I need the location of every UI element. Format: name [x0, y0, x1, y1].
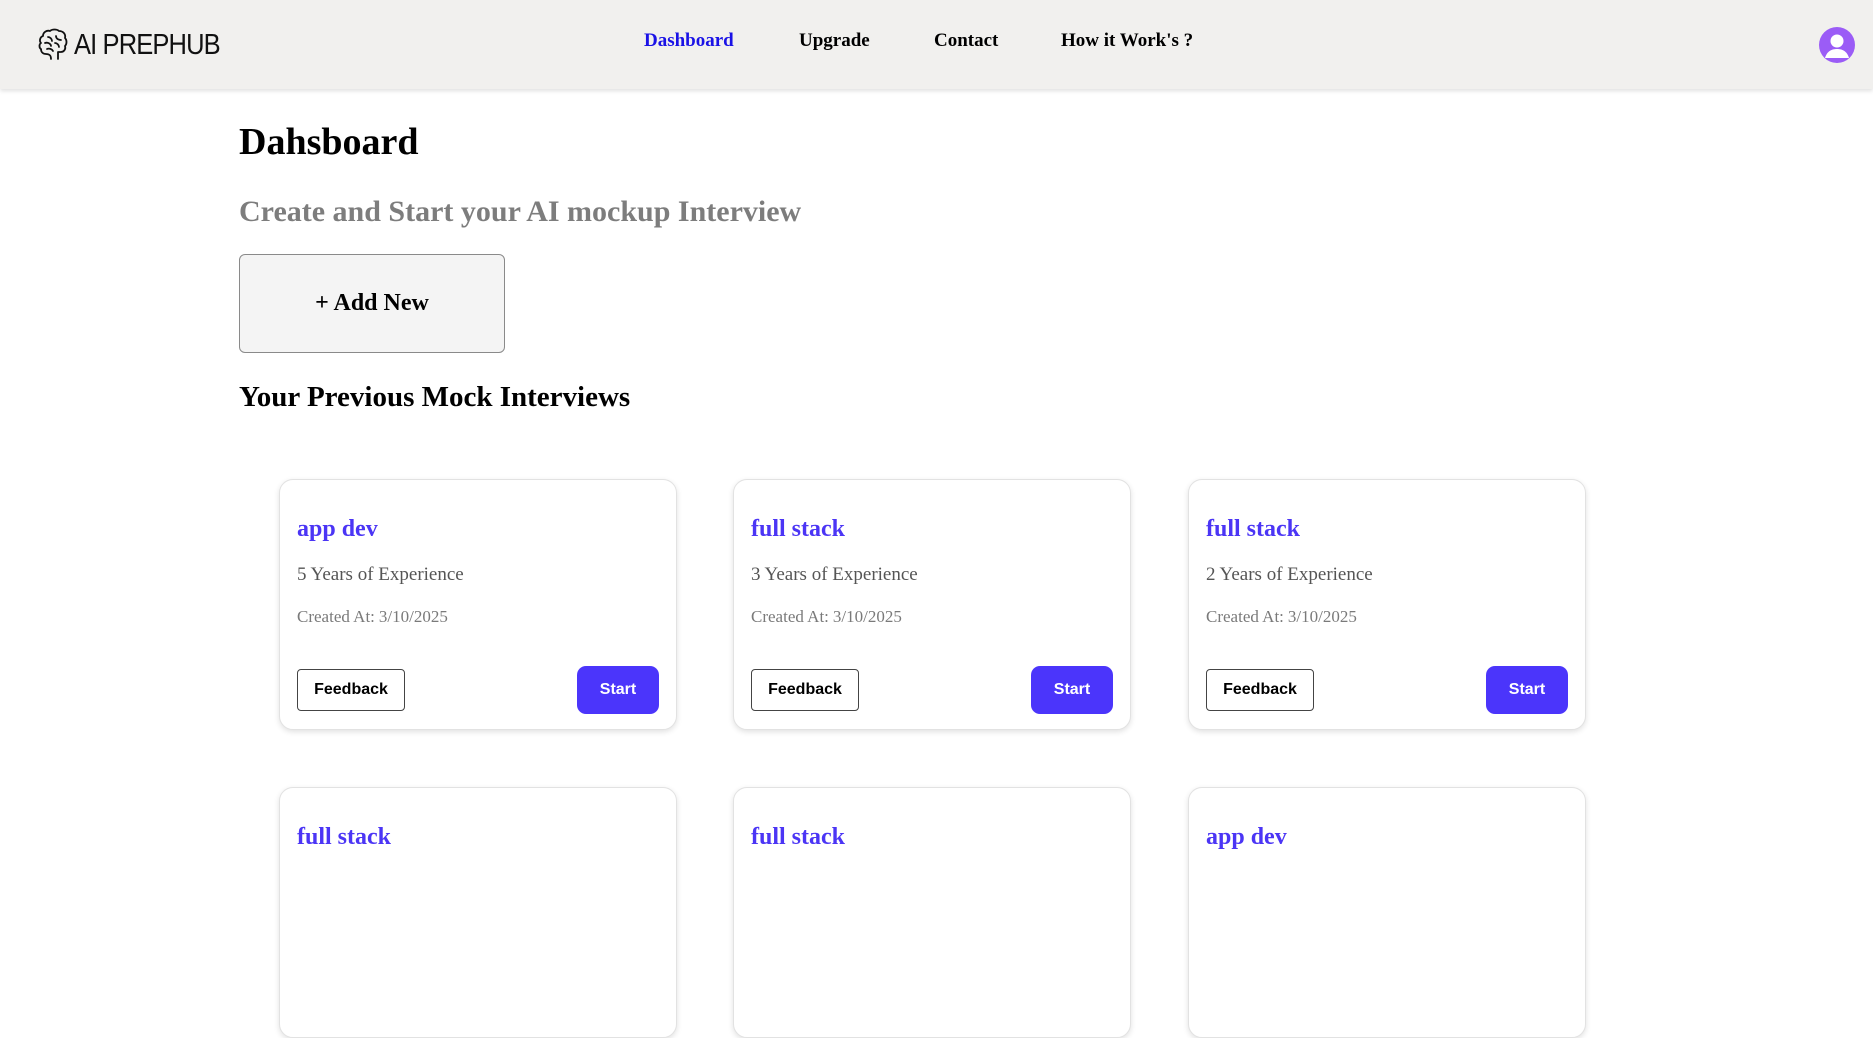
user-avatar-icon[interactable]: [1819, 27, 1855, 63]
nav-contact[interactable]: Contact: [934, 30, 998, 52]
top-navbar: AI PREPHUB Dashboard Upgrade Contact How…: [0, 0, 1873, 89]
interview-role: app dev: [297, 516, 378, 542]
page-title: Dahsboard: [239, 121, 419, 163]
add-new-label: + Add New: [315, 290, 429, 316]
interview-created-at: Created At: 3/10/2025: [297, 607, 448, 626]
start-button[interactable]: Start: [1031, 666, 1113, 714]
interview-role: full stack: [1206, 516, 1301, 542]
main-nav: Dashboard Upgrade Contact How it Work's …: [0, 30, 1873, 54]
interview-card: app dev 5 Years of Experience Created At…: [279, 479, 677, 730]
interview-card: full stack: [733, 787, 1131, 1038]
interview-role: full stack: [297, 824, 392, 850]
interview-card: full stack: [279, 787, 677, 1038]
interview-card: app dev: [1188, 787, 1586, 1038]
nav-upgrade[interactable]: Upgrade: [799, 30, 870, 52]
nav-dashboard[interactable]: Dashboard: [644, 30, 734, 52]
interview-created-at: Created At: 3/10/2025: [1206, 607, 1357, 626]
interview-experience: 5 Years of Experience: [297, 564, 464, 585]
feedback-button[interactable]: Feedback: [297, 669, 405, 711]
interview-created-at: Created At: 3/10/2025: [751, 607, 902, 626]
interview-card: full stack 3 Years of Experience Created…: [733, 479, 1131, 730]
add-new-interview-button[interactable]: + Add New: [239, 254, 505, 353]
interview-role: full stack: [751, 516, 846, 542]
nav-how-it-works[interactable]: How it Work's ?: [1061, 30, 1193, 52]
previous-interviews-heading: Your Previous Mock Interviews: [239, 381, 631, 413]
feedback-button[interactable]: Feedback: [1206, 669, 1314, 711]
interview-experience: 2 Years of Experience: [1206, 564, 1373, 585]
feedback-button[interactable]: Feedback: [751, 669, 859, 711]
page-subtitle: Create and Start your AI mockup Intervie…: [239, 195, 802, 228]
interview-role: full stack: [751, 824, 846, 850]
interview-experience: 3 Years of Experience: [751, 564, 918, 585]
start-button[interactable]: Start: [1486, 666, 1568, 714]
interview-role: app dev: [1206, 824, 1287, 850]
interview-card: full stack 2 Years of Experience Created…: [1188, 479, 1586, 730]
start-button[interactable]: Start: [577, 666, 659, 714]
